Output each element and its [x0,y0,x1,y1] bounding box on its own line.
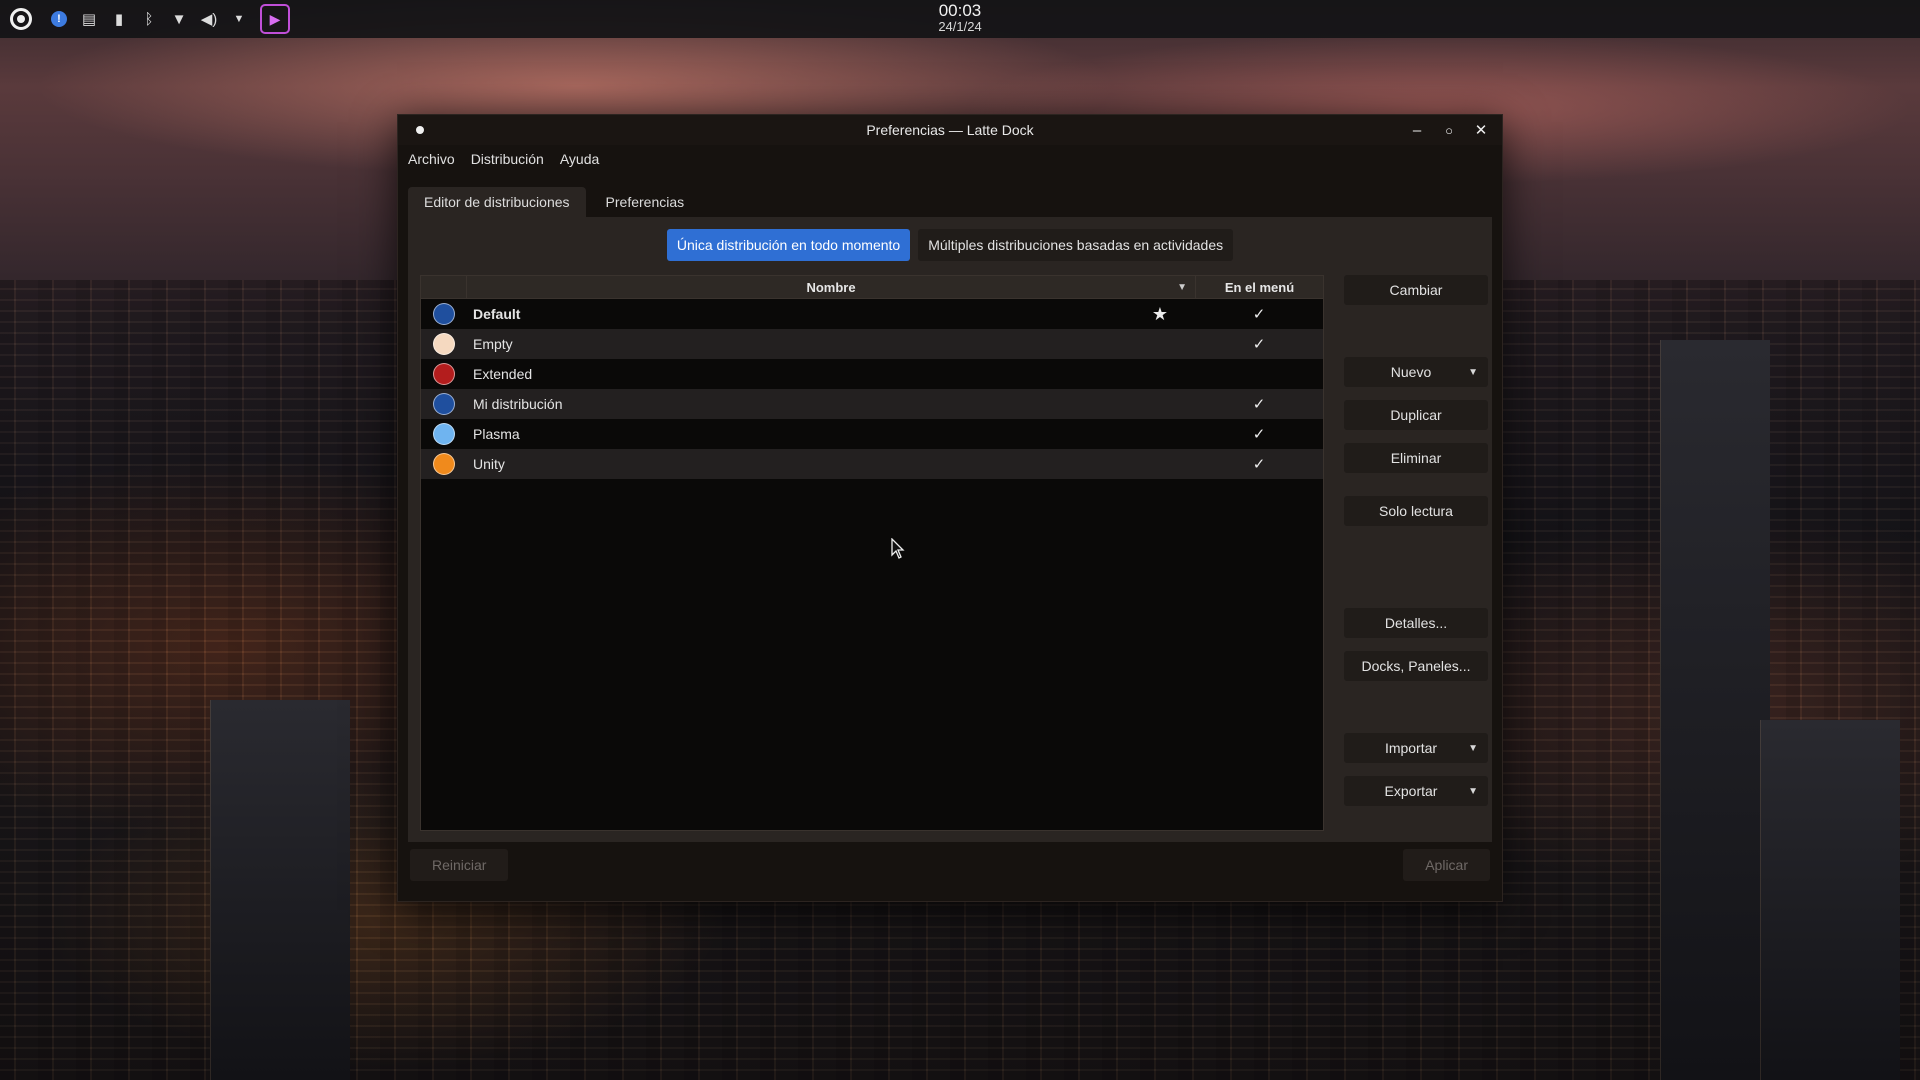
tab-bar: Editor de distribuciones Preferencias [408,187,1502,217]
layout-color-swatch[interactable] [433,363,455,385]
dropdown-caret-icon: ▼ [1468,366,1478,378]
layouts-table[interactable]: Nombre ▼ En el menú Default ★ ✓ Empty ✓ Exten… [420,275,1324,831]
layout-color-cell [421,393,467,415]
table-row[interactable]: Empty ✓ [421,329,1323,359]
volume-icon[interactable]: ◀) [194,0,224,38]
layout-color-cell [421,303,467,325]
exportar-button[interactable]: Exportar ▼ [1344,776,1488,806]
titlebar[interactable]: Preferencias — Latte Dock – ○ ✕ [398,115,1502,145]
minimize-icon[interactable]: – [1408,121,1426,139]
editor-panel: Única distribución en todo momento Múlti… [408,217,1492,842]
top-panel: ! ▤ ▮ ᛒ ▼ ◀) ▼ ▶ 00:03 24/1/24 [0,0,1920,38]
layout-color-swatch[interactable] [433,333,455,355]
table-row[interactable]: Mi distribución ✓ [421,389,1323,419]
dropdown-caret-icon: ▼ [1468,785,1478,797]
window-title: Preferencias — Latte Dock [866,122,1034,138]
battery-icon[interactable]: ▮ [104,0,134,38]
layout-color-cell [421,453,467,475]
aplicar-button[interactable]: Aplicar [1403,849,1490,881]
wallpaper-building [1660,340,1770,1080]
header-name[interactable]: Nombre ▼ [467,276,1195,298]
layout-color-swatch[interactable] [433,423,455,445]
menu-ayuda[interactable]: Ayuda [560,151,599,167]
dropdown-caret-icon: ▼ [1468,742,1478,754]
mouse-cursor-icon [891,537,905,563]
exportar-label: Exportar [1384,783,1438,799]
layout-color-cell [421,333,467,355]
wifi-icon[interactable]: ▼ [164,0,194,38]
tray-expand-icon[interactable]: ▼ [224,0,254,38]
importar-label: Importar [1384,740,1438,756]
layout-name: Mi distribución [473,396,563,412]
sort-down-icon: ▼ [1177,282,1187,293]
layout-name: Unity [473,456,505,472]
notifications-icon[interactable]: ! [44,0,74,38]
docks-paneles-button[interactable]: Docks, Paneles... [1344,651,1488,681]
mode-multiple-button[interactable]: Múltiples distribuciones basadas en acti… [918,229,1234,261]
table-row[interactable]: Plasma ✓ [421,419,1323,449]
eliminar-button[interactable]: Eliminar [1344,443,1488,473]
nuevo-label: Nuevo [1390,364,1432,380]
in-menu-check-icon[interactable]: ✓ [1195,455,1323,473]
detalles-button[interactable]: Detalles... [1344,608,1488,638]
mode-single-button[interactable]: Única distribución en todo momento [666,229,911,261]
wallpaper-building [210,700,350,1080]
header-in-menu[interactable]: En el menú [1195,276,1323,298]
layout-name: Empty [473,336,513,352]
table-header: Nombre ▼ En el menú [421,276,1323,299]
clipboard-icon[interactable]: ▤ [74,0,104,38]
layout-color-swatch[interactable] [433,393,455,415]
layout-name: Extended [473,366,533,382]
layout-color-swatch[interactable] [433,303,455,325]
bluetooth-icon[interactable]: ᛒ [134,0,164,38]
layout-name: Default [473,306,521,322]
tab-preferencias[interactable]: Preferencias [590,187,701,217]
launcher-icon[interactable] [10,8,32,30]
star-icon: ★ [1151,303,1169,324]
tab-editor[interactable]: Editor de distribuciones [408,187,586,217]
layout-name: Plasma [473,426,520,442]
preferences-window: Preferencias — Latte Dock – ○ ✕ Archivo … [397,114,1503,902]
in-menu-check-icon[interactable]: ✓ [1195,335,1323,353]
screen-recorder-icon[interactable]: ▶ [260,4,290,34]
layout-color-cell [421,423,467,445]
reiniciar-button[interactable]: Reiniciar [410,849,509,881]
mode-switch: Única distribución en todo momento Múlti… [408,229,1492,261]
cambiar-button[interactable]: Cambiar [1344,275,1488,305]
table-body: Default ★ ✓ Empty ✓ Extended Mi distribución ✓ P… [421,299,1323,479]
in-menu-check-icon[interactable]: ✓ [1195,305,1323,323]
in-menu-check-icon[interactable]: ✓ [1195,395,1323,413]
maximize-icon[interactable]: ○ [1440,121,1458,139]
duplicar-button[interactable]: Duplicar [1344,400,1488,430]
table-row[interactable]: Unity ✓ [421,449,1323,479]
in-menu-check-icon[interactable]: ✓ [1195,425,1323,443]
layout-color-swatch[interactable] [433,453,455,475]
menu-distribucion[interactable]: Distribución [471,151,544,167]
table-row[interactable]: Extended [421,359,1323,389]
header-icon-column[interactable] [421,276,467,298]
layout-color-cell [421,363,467,385]
close-icon[interactable]: ✕ [1472,121,1490,139]
importar-button[interactable]: Importar ▼ [1344,733,1488,763]
menu-archivo[interactable]: Archivo [408,151,455,167]
wallpaper-building [1760,720,1900,1080]
header-name-label: Nombre [806,280,856,295]
table-row[interactable]: Default ★ ✓ [421,299,1323,329]
menubar: Archivo Distribución Ayuda [398,145,1502,173]
solo-lectura-button[interactable]: Solo lectura [1344,496,1488,526]
nuevo-button[interactable]: Nuevo ▼ [1344,357,1488,387]
